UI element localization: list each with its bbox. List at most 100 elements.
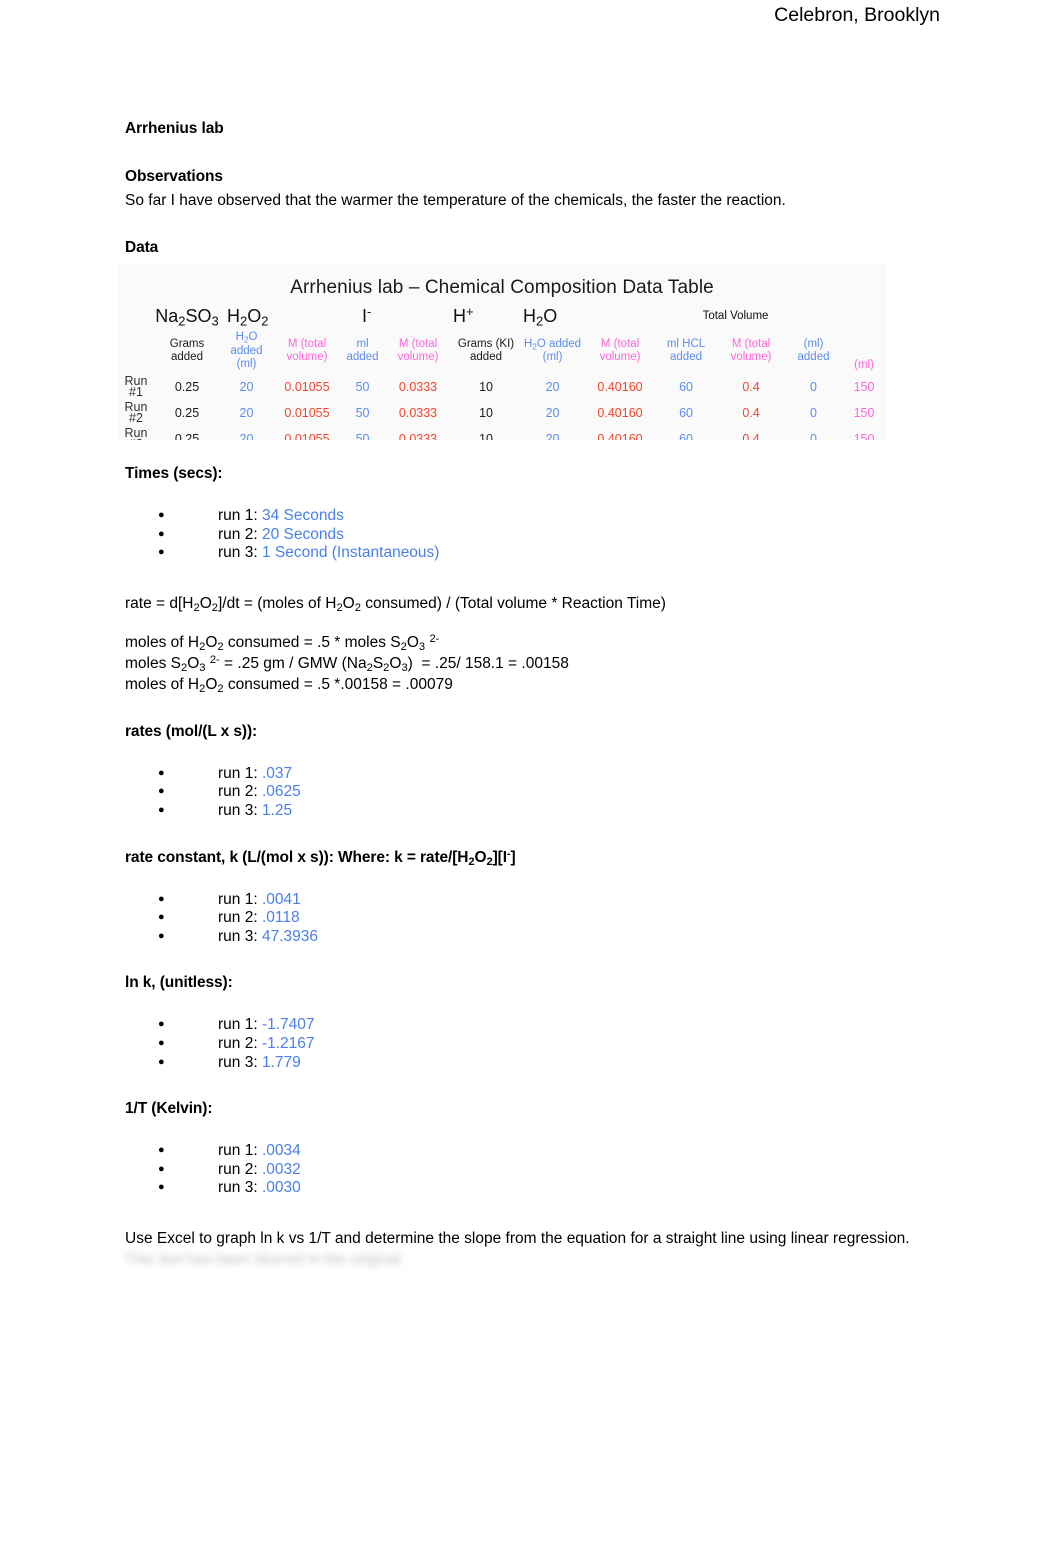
times-heading: Times (secs): bbox=[125, 465, 223, 482]
cell-grams-added: 0.25 bbox=[174, 431, 200, 441]
run-value: 1.25 bbox=[261, 801, 293, 819]
list-item: run 1: .0041 bbox=[125, 890, 937, 910]
run-value: -1.7407 bbox=[261, 1016, 315, 1034]
redacted-text-line: This text has been blurred in the origin… bbox=[125, 1249, 545, 1270]
cell-ml-added-2: 0 bbox=[810, 405, 817, 420]
corner-cell bbox=[117, 303, 155, 331]
subheader-m-total-volume-4: M (total volume) bbox=[730, 337, 772, 364]
subheader-grams-added: Grams added bbox=[169, 337, 205, 364]
student-name: Celebron, Brooklyn bbox=[774, 4, 940, 26]
total-volume-span-label: Total Volume bbox=[702, 310, 769, 322]
cell-m-total-volume-3: 0.40160 bbox=[597, 379, 643, 394]
list-item: run 2: .0118 bbox=[125, 908, 937, 928]
moles-s2o3-equation: moles S2O3 2- = .25 gm / GMW (Na2S2O3) =… bbox=[125, 653, 569, 674]
run-label: run 3: bbox=[218, 1179, 258, 1197]
table-formula-header-row: Na2SO3 H2O2 I- H+ H2O Total Volume bbox=[117, 303, 887, 331]
cell-m-total-volume-1: 0.01055 bbox=[284, 379, 330, 394]
run-label: run 2: bbox=[218, 783, 258, 801]
rates-heading: rates (mol/(L x s)): bbox=[125, 722, 258, 740]
run-label: run 2: bbox=[218, 1034, 258, 1052]
cell-ml-hcl-added: 60 bbox=[679, 431, 693, 441]
cell-h2o-added-ml-1: 20 bbox=[239, 405, 254, 420]
subheader-ml-added: ml added bbox=[346, 337, 379, 364]
run-number: #1 bbox=[129, 384, 143, 399]
list-item: run 1: .0034 bbox=[125, 1141, 937, 1161]
formula-h2o2: H2O2 bbox=[227, 305, 269, 329]
inverse-t-list: run 1: .0034 run 2: .0032 run 3: .0030 bbox=[125, 1141, 937, 1198]
run-value: .0032 bbox=[261, 1160, 301, 1178]
cell-h2o-added-ml-2: 20 bbox=[545, 405, 560, 420]
run-value: -1.2167 bbox=[261, 1034, 315, 1052]
run-label: run 1: bbox=[218, 1142, 258, 1160]
cell-ml-added: 50 bbox=[355, 405, 370, 420]
table-row: Run #1 0.25 20 0.01055 50 0.0333 10 20 0… bbox=[117, 374, 887, 400]
run-label: run 2: bbox=[218, 525, 258, 543]
formula-iodide: I- bbox=[362, 303, 372, 326]
cell-m-total-volume-1: 0.01055 bbox=[284, 405, 330, 420]
run-value: 34 Seconds bbox=[261, 507, 344, 524]
subheader-m-total-volume-2: M (total volume) bbox=[397, 337, 439, 364]
rate-constant-list: run 1: .0041 run 2: .0118 run 3: 47.3936 bbox=[125, 890, 937, 947]
subheader-m-total-volume-3: M (total volume) bbox=[599, 337, 641, 364]
run-value: .0041 bbox=[261, 890, 301, 908]
run-label: run 2: bbox=[218, 909, 258, 927]
cell-ml-added-2: 0 bbox=[810, 379, 817, 394]
subheader-ml-added-2: (ml) added bbox=[797, 337, 830, 364]
list-item: run 3: 47.3936 bbox=[125, 927, 937, 947]
run-number: #3 bbox=[129, 437, 143, 440]
cell-ml-hcl-added: 60 bbox=[679, 405, 693, 420]
cell-ml-added-2: 0 bbox=[810, 431, 817, 441]
cell-grams-ki-added: 10 bbox=[479, 405, 493, 420]
cell-grams-ki-added: 10 bbox=[479, 431, 493, 441]
cell-h2o-added-ml-2: 20 bbox=[545, 431, 560, 441]
subheader-h2o-added-ml-2: H2O added (ml) bbox=[523, 337, 582, 364]
list-item: run 2: 20 Seconds bbox=[125, 525, 937, 545]
run-value: .0118 bbox=[261, 909, 300, 927]
cell-m-total-volume-1: 0.01055 bbox=[284, 431, 330, 441]
chemical-composition-table-figure: Arrhenius lab – Chemical Composition Dat… bbox=[117, 264, 887, 440]
row-run-label: Run #2 bbox=[117, 400, 155, 426]
subheader-m-total-volume-1: M (total volume) bbox=[286, 337, 328, 364]
table-row: Run #3 0.25 20 0.01055 50 0.0333 10 20 0… bbox=[117, 426, 887, 441]
observations-heading: Observations bbox=[125, 168, 223, 185]
run-value: .037 bbox=[261, 764, 293, 782]
times-list: run 1: 34 Seconds run 2: 20 Seconds run … bbox=[125, 506, 937, 563]
table-subheader-row: Grams added H2O added (ml) M (total volume)… bbox=[117, 331, 887, 374]
run-label: run 2: bbox=[218, 1160, 258, 1178]
list-item: run 2: -1.2167 bbox=[125, 1034, 937, 1054]
cell-m-total-volume-4: 0.4 bbox=[742, 431, 760, 441]
observations-text: So far I have observed that the warmer t… bbox=[125, 192, 786, 209]
chemical-composition-table: Na2SO3 H2O2 I- H+ H2O Total Volume Grams… bbox=[117, 303, 887, 440]
data-heading: Data bbox=[125, 239, 159, 256]
run-label: run 3: bbox=[218, 544, 258, 562]
row-run-label: Run #3 bbox=[117, 426, 155, 440]
subheader-total-ml: (ml) bbox=[854, 359, 874, 371]
cell-m-total-volume-3: 0.40160 bbox=[597, 431, 643, 441]
run-value: 20 Seconds bbox=[261, 525, 344, 543]
run-value: 1.779 bbox=[261, 1053, 301, 1071]
cell-grams-added: 0.25 bbox=[174, 379, 200, 394]
cell-ml-added: 50 bbox=[355, 379, 370, 394]
cell-m-total-volume-2: 0.0333 bbox=[398, 379, 438, 394]
inverse-t-heading: 1/T (Kelvin): bbox=[125, 1100, 213, 1118]
list-item: run 2: .0625 bbox=[125, 782, 937, 802]
cell-h2o-added-ml-1: 20 bbox=[239, 379, 254, 394]
list-item: run 1: .037 bbox=[125, 764, 937, 784]
cell-h2o-added-ml-1: 20 bbox=[239, 431, 254, 441]
rate-definition-equation: rate = d[H2O2]/dt = (moles of H2O2 consu… bbox=[125, 594, 666, 614]
cell-m-total-volume-4: 0.4 bbox=[742, 405, 760, 420]
list-item: run 2: .0032 bbox=[125, 1160, 937, 1180]
moles-h2o2-result-equation: moles of H2O2 consumed = .5 *.00158 = .0… bbox=[125, 675, 453, 695]
cell-h2o-added-ml-2: 20 bbox=[545, 379, 560, 394]
cell-ml-hcl-added: 60 bbox=[679, 379, 693, 394]
corner-cell-2 bbox=[117, 331, 155, 374]
moles-h2o2-equation: moles of H2O2 consumed = .5 * moles S2O3… bbox=[125, 632, 440, 653]
run-label: run 1: bbox=[218, 507, 258, 524]
list-item: run 3: 1 Second (Instantaneous) bbox=[125, 543, 937, 563]
cell-total-ml: 150 bbox=[853, 379, 875, 394]
formula-h2o: H2O bbox=[523, 305, 558, 329]
cell-m-total-volume-3: 0.40160 bbox=[597, 405, 643, 420]
run-value: .0030 bbox=[261, 1179, 301, 1197]
run-value: 47.3936 bbox=[261, 927, 318, 945]
run-label: run 1: bbox=[218, 890, 258, 908]
